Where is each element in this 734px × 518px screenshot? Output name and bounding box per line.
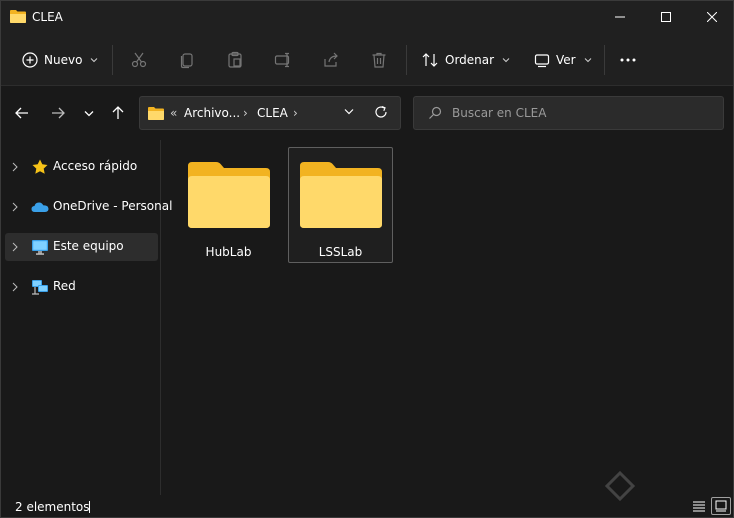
more-icon [620, 58, 636, 62]
chevron-down-icon [502, 58, 510, 63]
delete-button[interactable] [370, 45, 388, 75]
view-button-label: Ver [556, 53, 576, 67]
star-icon [32, 159, 48, 174]
paste-icon [228, 51, 242, 68]
minimize-button[interactable] [597, 1, 643, 33]
chevron-right-icon[interactable] [12, 202, 18, 212]
search-input[interactable] [452, 103, 712, 123]
share-button[interactable] [322, 45, 340, 75]
command-bar: Nuevo Ordenar Ver [1, 33, 733, 86]
recent-locations-button[interactable] [78, 102, 100, 124]
search-icon [429, 106, 442, 119]
delete-icon [372, 52, 386, 68]
item-count: 2 elementos [15, 500, 90, 514]
folder-item-hublab[interactable]: HubLab [176, 147, 281, 263]
arrow-up-icon [112, 106, 124, 119]
title-bar: CLEA [1, 1, 733, 33]
sort-button[interactable]: Ordenar [421, 45, 510, 75]
arrow-right-icon [52, 107, 65, 119]
sidebar-item-label: Este equipo [53, 239, 124, 253]
chevron-down-icon [91, 58, 98, 63]
folder-name: HubLab [205, 245, 252, 259]
details-view-button[interactable] [689, 497, 709, 515]
maximize-button[interactable] [643, 1, 689, 33]
view-icon [534, 54, 550, 68]
paste-button[interactable] [226, 45, 244, 75]
chevron-right-icon[interactable] [12, 242, 18, 252]
chevron-down-icon [584, 58, 591, 63]
cut-icon [131, 52, 147, 68]
breadcrumb-item[interactable]: CLEA [257, 106, 288, 120]
arrow-left-icon [15, 107, 28, 119]
cut-button[interactable] [130, 45, 148, 75]
close-button[interactable] [689, 1, 734, 33]
forward-button[interactable] [47, 102, 69, 124]
view-button[interactable]: Ver [534, 45, 592, 75]
more-button[interactable] [619, 45, 637, 75]
folder-icon [148, 107, 164, 120]
breadcrumb-item[interactable]: Archivo... [184, 106, 240, 120]
folder-icon [300, 162, 382, 228]
address-bar[interactable]: « Archivo... › CLEA › [139, 96, 401, 130]
sidebar-item-onedrive[interactable]: OneDrive - Personal [5, 193, 172, 221]
new-button[interactable]: Nuevo [22, 45, 98, 75]
toolbar-separator [112, 45, 113, 75]
search-box[interactable] [413, 96, 724, 130]
rename-button[interactable] [274, 45, 292, 75]
navigation-row: « Archivo... › CLEA › [1, 86, 733, 140]
folder-icon [10, 10, 26, 23]
chevron-right-icon[interactable] [12, 162, 18, 172]
sidebar-item-label: OneDrive - Personal [53, 199, 173, 213]
toolbar-separator [406, 45, 407, 75]
up-button[interactable] [107, 102, 129, 124]
rename-icon [274, 52, 290, 68]
list-view-icon [693, 501, 705, 512]
chevron-down-icon [84, 110, 94, 116]
file-list: HubLab LSSLab [162, 140, 733, 495]
grid-view-icon [715, 500, 727, 512]
sidebar-item-network[interactable]: Red [5, 273, 158, 301]
tiles-view-button[interactable] [711, 497, 731, 515]
computer-icon [32, 240, 48, 255]
new-button-label: Nuevo [44, 53, 83, 67]
window-title: CLEA [32, 10, 63, 24]
file-explorer-window: CLEA Nuevo Ordenar Ver « Archivo... › CL… [0, 0, 734, 518]
sidebar-item-label: Red [53, 279, 76, 293]
back-button[interactable] [11, 102, 33, 124]
chevron-right-icon[interactable] [12, 282, 18, 292]
diamond-logo-icon [605, 471, 635, 501]
minimize-icon [615, 16, 625, 18]
watermark-logo [605, 471, 635, 501]
sidebar-item-quick-access[interactable]: Acceso rápido [5, 153, 158, 181]
share-icon [324, 52, 338, 67]
copy-button[interactable] [178, 45, 196, 75]
folder-name: LSSLab [318, 245, 363, 259]
breadcrumb-separator[interactable]: › [243, 106, 248, 120]
folder-item-lsslab[interactable]: LSSLab [288, 147, 393, 263]
folder-icon [188, 162, 270, 228]
copy-icon [180, 53, 193, 69]
plus-circle-icon [22, 52, 38, 68]
refresh-icon[interactable] [374, 105, 388, 119]
sort-button-label: Ordenar [445, 53, 495, 67]
close-icon [707, 12, 717, 22]
cloud-icon [31, 202, 49, 212]
sort-icon [422, 53, 438, 67]
breadcrumb-overflow[interactable]: « [170, 106, 177, 120]
network-icon [32, 280, 48, 295]
sidebar-item-this-pc[interactable]: Este equipo [5, 233, 158, 261]
navigation-pane: Acceso rápido OneDrive - Personal Este e… [1, 140, 172, 495]
text-caret [89, 501, 90, 513]
chevron-down-icon[interactable] [344, 108, 354, 115]
sidebar-item-label: Acceso rápido [53, 159, 138, 173]
breadcrumb-separator[interactable]: › [293, 106, 298, 120]
toolbar-separator [604, 45, 605, 75]
maximize-icon [661, 12, 671, 22]
